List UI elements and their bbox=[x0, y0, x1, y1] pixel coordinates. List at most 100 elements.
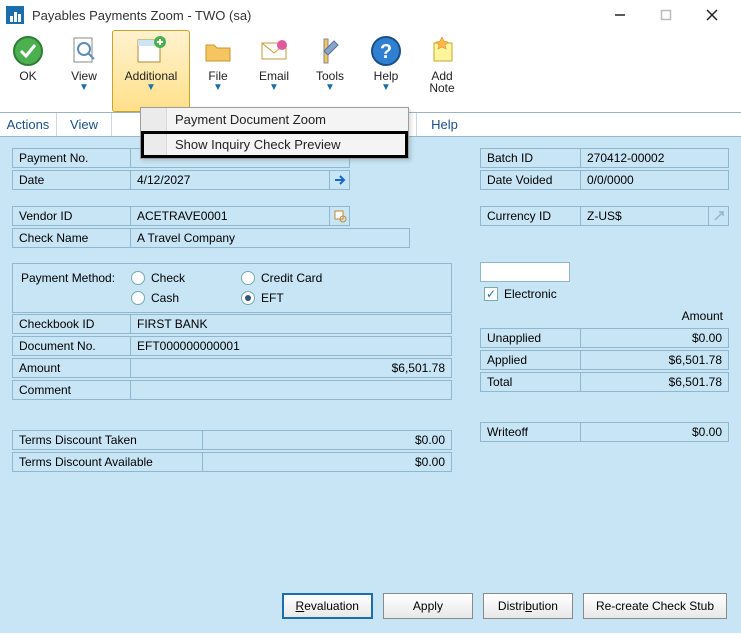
window-title: Payables Payments Zoom - TWO (sa) bbox=[32, 8, 597, 23]
help-icon: ? bbox=[369, 34, 403, 68]
help-label: Help bbox=[374, 69, 399, 83]
minimize-button[interactable] bbox=[597, 0, 643, 30]
additional-dropdown: Payment Document Zoom Show Inquiry Check… bbox=[140, 107, 409, 159]
label-checkbook-id: Checkbook ID bbox=[12, 314, 130, 334]
email-label: Email bbox=[259, 69, 289, 83]
revaluation-button[interactable]: Revaluation bbox=[282, 593, 373, 619]
label-total: Total bbox=[480, 372, 580, 392]
radio-credit-card[interactable]: Credit Card bbox=[241, 271, 322, 285]
chevron-down-icon: ▼ bbox=[269, 82, 279, 93]
field-document-no: EFT000000000001 bbox=[130, 336, 452, 356]
tools-button[interactable]: Tools ▼ bbox=[302, 30, 358, 112]
recreate-check-stub-button[interactable]: Re-create Check Stub bbox=[583, 593, 727, 619]
radio-eft[interactable]: EFT bbox=[241, 291, 284, 305]
ok-button[interactable]: OK bbox=[0, 30, 56, 112]
label-unapplied: Unapplied bbox=[480, 328, 580, 348]
ribbon-toolbar: OK View ▼ Additional ▼ File ▼ Email ▼ To… bbox=[0, 30, 741, 113]
credit-card-display bbox=[480, 262, 570, 282]
label-check-name: Check Name bbox=[12, 228, 130, 248]
app-icon bbox=[6, 6, 24, 24]
label-applied: Applied bbox=[480, 350, 580, 370]
form-plus-icon bbox=[134, 34, 168, 68]
apply-button[interactable]: Apply bbox=[383, 593, 473, 619]
distribution-button[interactable]: Distribution bbox=[483, 593, 573, 619]
addnote-label2: Note bbox=[429, 81, 454, 95]
label-batch-id: Batch ID bbox=[480, 148, 580, 168]
field-writeoff: $0.00 bbox=[580, 422, 729, 442]
label-payment-no: Payment No. bbox=[12, 148, 130, 168]
label-amount-header: Amount bbox=[580, 306, 729, 326]
view-button[interactable]: View ▼ bbox=[56, 30, 112, 112]
tools-label: Tools bbox=[316, 69, 344, 83]
chevron-down-icon: ▼ bbox=[146, 82, 156, 93]
field-date: 4/12/2027 bbox=[130, 170, 330, 190]
radio-check[interactable]: Check bbox=[131, 271, 241, 285]
additional-button[interactable]: Additional ▼ bbox=[112, 30, 190, 112]
label-terms-discount-taken: Terms Discount Taken bbox=[12, 430, 202, 450]
label-amount: Amount bbox=[12, 358, 130, 378]
field-batch-id: 270412-00002 bbox=[580, 148, 729, 168]
arrow-right-icon bbox=[333, 173, 347, 187]
field-checkbook-id: FIRST BANK bbox=[130, 314, 452, 334]
field-terms-discount-available: $0.00 bbox=[202, 452, 452, 472]
currency-expand-button[interactable] bbox=[709, 206, 729, 226]
file-button[interactable]: File ▼ bbox=[190, 30, 246, 112]
ok-label: OK bbox=[19, 69, 36, 83]
view-label: View bbox=[71, 69, 97, 83]
field-applied: $6,501.78 bbox=[580, 350, 729, 370]
group-view: View bbox=[57, 113, 112, 136]
revaluation-text: evaluation bbox=[304, 599, 359, 613]
label-writeoff: Writeoff bbox=[480, 422, 580, 442]
group-help: Help bbox=[417, 113, 472, 136]
lookup-icon bbox=[333, 209, 347, 223]
field-total: $6,501.78 bbox=[580, 372, 729, 392]
field-terms-discount-taken: $0.00 bbox=[202, 430, 452, 450]
expand-icon bbox=[713, 210, 725, 222]
footer-buttons: Revaluation Apply Distribution Re-create… bbox=[282, 593, 727, 619]
field-check-name: A Travel Company bbox=[130, 228, 410, 248]
group-actions: Actions bbox=[0, 113, 57, 136]
chevron-down-icon: ▼ bbox=[325, 82, 335, 93]
date-arrow-button[interactable] bbox=[330, 170, 350, 190]
maximize-button[interactable] bbox=[643, 0, 689, 30]
email-button[interactable]: Email ▼ bbox=[246, 30, 302, 112]
window-controls bbox=[597, 0, 735, 30]
label-currency-id: Currency ID bbox=[480, 206, 580, 226]
menu-show-inquiry-check-preview[interactable]: Show Inquiry Check Preview bbox=[141, 131, 408, 158]
field-comment bbox=[130, 380, 452, 400]
title-bar: Payables Payments Zoom - TWO (sa) bbox=[0, 0, 741, 30]
close-button[interactable] bbox=[689, 0, 735, 30]
field-currency-id: Z-US$ bbox=[580, 206, 709, 226]
field-unapplied: $0.00 bbox=[580, 328, 729, 348]
label-date: Date bbox=[12, 170, 130, 190]
field-vendor-id: ACETRAVE0001 bbox=[130, 206, 330, 226]
radio-cash[interactable]: Cash bbox=[131, 291, 241, 305]
email-icon bbox=[257, 34, 291, 68]
form-body: Payment No. Date 4/12/2027 Vendor ID ACE… bbox=[0, 137, 741, 633]
check-circle-icon bbox=[11, 34, 45, 68]
label-terms-discount-available: Terms Discount Available bbox=[12, 452, 202, 472]
checkbox-electronic[interactable]: ✓Electronic bbox=[480, 287, 557, 301]
field-date-voided: 0/0/0000 bbox=[580, 170, 729, 190]
menu-payment-document-zoom[interactable]: Payment Document Zoom bbox=[141, 108, 408, 131]
chevron-down-icon: ▼ bbox=[79, 82, 89, 93]
label-payment-method: Payment Method: bbox=[21, 271, 131, 285]
additional-label: Additional bbox=[125, 69, 178, 83]
label-date-voided: Date Voided bbox=[480, 170, 580, 190]
chevron-down-icon: ▼ bbox=[381, 82, 391, 93]
add-note-button[interactable]: Add Note bbox=[414, 30, 470, 112]
vendor-lookup-button[interactable] bbox=[330, 206, 350, 226]
help-button[interactable]: ? Help ▼ bbox=[358, 30, 414, 112]
tools-icon bbox=[313, 34, 347, 68]
label-document-no: Document No. bbox=[12, 336, 130, 356]
field-amount: $6,501.78 bbox=[130, 358, 452, 378]
label-comment: Comment bbox=[12, 380, 130, 400]
file-label: File bbox=[208, 69, 227, 83]
note-star-icon bbox=[425, 34, 459, 68]
chevron-down-icon: ▼ bbox=[213, 82, 223, 93]
svg-text:?: ? bbox=[380, 41, 392, 63]
folder-icon bbox=[201, 34, 235, 68]
payment-method-group: Payment Method: Check Credit Card Cash E… bbox=[12, 263, 452, 313]
magnifier-page-icon bbox=[67, 34, 101, 68]
label-vendor-id: Vendor ID bbox=[12, 206, 130, 226]
